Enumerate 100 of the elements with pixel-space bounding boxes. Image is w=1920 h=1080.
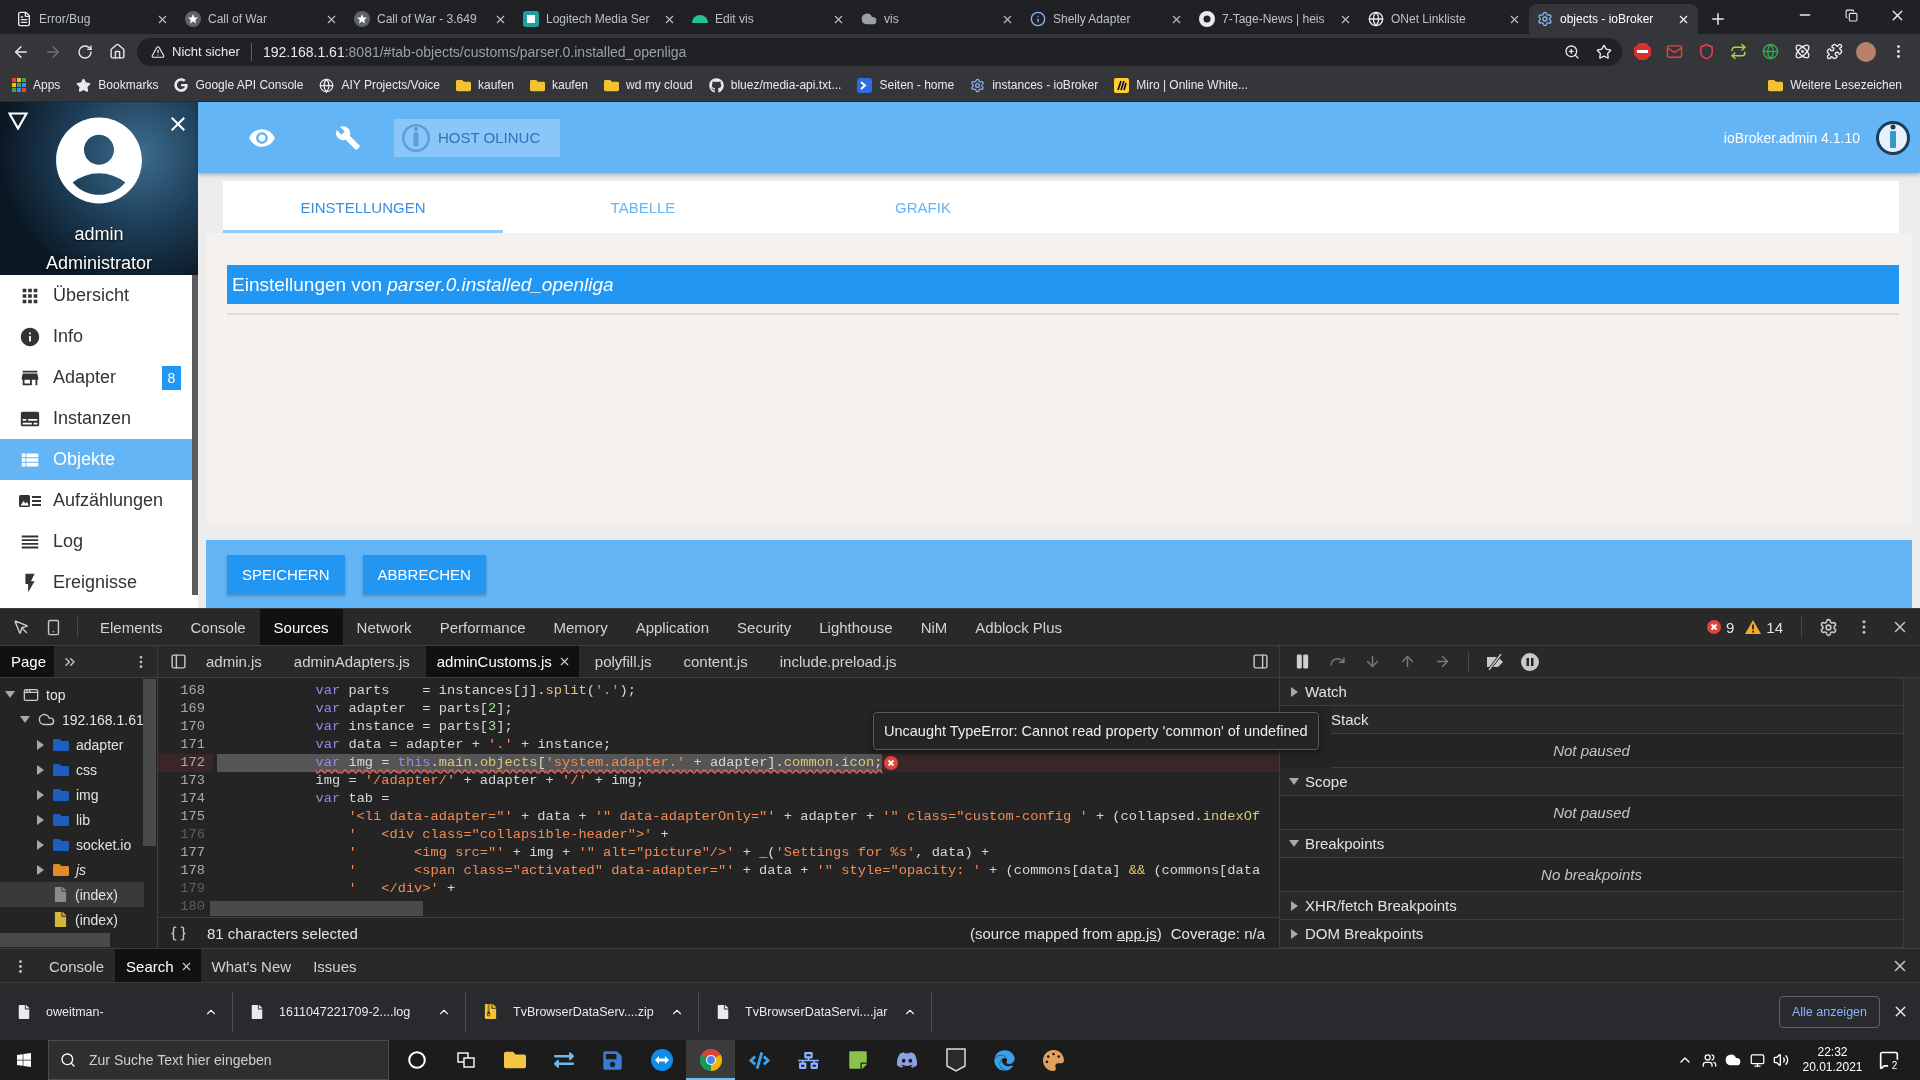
arrows-icon[interactable] [1729,43,1747,60]
network-icon[interactable] [1749,1052,1765,1068]
tree-item[interactable]: css [0,757,144,782]
zoom-icon[interactable] [1564,43,1580,60]
cursor-icon[interactable] [12,618,30,636]
section-header[interactable]: Stack [1331,706,1903,734]
bookmark[interactable]: Seiten - home [849,72,963,98]
file-tab[interactable]: polyfill.js [578,646,668,677]
section-header[interactable]: DOM Breakpoints [1280,920,1903,948]
caret-right-icon[interactable] [36,814,44,825]
download-item[interactable]: TvBrowserDataServ....zip [466,991,699,1032]
atom-icon[interactable] [1793,43,1811,60]
caret-right-icon[interactable] [36,739,44,750]
section-header[interactable]: Watch [1280,678,1903,706]
file-tab[interactable]: admin.js [190,646,278,677]
bookmark[interactable]: Miro | Online White... [1106,72,1257,98]
restore-icon[interactable] [1844,8,1858,22]
shield-icon[interactable] [1697,43,1715,60]
star-icon[interactable] [1596,43,1612,60]
tree-item[interactable]: img [0,782,144,807]
globe-icon[interactable] [1761,43,1779,60]
tree-item[interactable]: (index) [0,882,144,907]
bookmark[interactable]: kaufen [522,72,597,98]
bookmark[interactable]: Weitere Lesezeichen [1760,72,1910,98]
braces-icon[interactable] [169,924,187,942]
section-header[interactable]: Breakpoints [1280,830,1903,858]
stop-sign-icon[interactable] [1633,43,1651,60]
mail-icon[interactable] [1665,43,1683,60]
source-link[interactable]: app.js [1116,924,1157,942]
section-header[interactable]: XHR/fetch Breakpoints [1280,892,1903,920]
drawer-tab[interactable]: What's New [200,949,303,983]
tree-item[interactable]: js [0,857,144,882]
browser-tab[interactable]: Logitech Media Ser [515,4,684,34]
download-item[interactable]: TvBrowserDataServi....jar [699,991,932,1032]
bookmark[interactable]: instances - ioBroker [962,72,1107,98]
address-field[interactable]: Nicht sicher 192.168.1.61:8081/#tab-objects/customs/parser.0.installed_openliga [137,37,1622,66]
browser-tab[interactable]: Call of War - 3.649 [346,4,515,34]
panel-tab[interactable]: Elements [86,609,177,645]
browser-tab[interactable]: 7-Tage-News | heis [1191,4,1360,34]
panel-tab[interactable]: Security [723,609,806,645]
step-icon[interactable] [1434,653,1451,670]
browser-tab[interactable]: Call of War [177,4,346,34]
panel-tab[interactable]: Memory [539,609,622,645]
sidebar-toggle-icon[interactable] [169,653,187,670]
download-item[interactable]: oweitman- [0,991,233,1032]
tree-item[interactable]: lib [0,807,144,832]
caret-down-icon[interactable] [20,716,30,723]
sidebar-toggle-icon[interactable] [1251,653,1269,670]
scrollbar[interactable] [0,933,110,947]
caret-right-icon[interactable] [36,764,44,775]
puzzle-icon[interactable] [1825,43,1843,60]
browser-tab[interactable]: ONet Linkliste [1360,4,1529,34]
bookmark[interactable]: Google API Console [166,72,312,98]
pause-circle-icon[interactable] [1520,652,1539,671]
scrollbar[interactable] [143,679,156,846]
panel-tab[interactable]: Application [621,609,724,645]
settings-icon[interactable] [1818,617,1838,637]
browser-tab[interactable]: Edit vis [684,4,853,34]
caret-right-icon[interactable] [36,864,44,875]
browser-tab[interactable]: Shelly Adapter [1022,4,1191,34]
file-tab[interactable]: include.preload.js [763,646,913,677]
panel-tab[interactable]: Lighthouse [805,609,907,645]
home-icon[interactable] [108,43,126,60]
file-tab[interactable]: adminCustoms.js [425,646,579,677]
tree-item[interactable]: socket.io [0,832,144,857]
bookmark[interactable]: bluez/media-api.txt... [700,72,850,98]
panel-tab[interactable]: Sources [259,609,343,645]
show-all-button[interactable]: Alle anzeigen [1778,995,1880,1028]
drawer-tab[interactable]: Search [115,949,201,983]
caret-right-icon[interactable] [36,839,44,850]
panel-tab[interactable]: Performance [425,609,540,645]
avatar[interactable] [1856,41,1876,62]
panel-tab[interactable]: Network [342,609,426,645]
tree-item[interactable]: 192.168.1.61 [0,707,144,732]
tree-item[interactable]: (index) [0,907,144,932]
new-tab-icon[interactable] [1709,10,1727,28]
drawer-tab[interactable]: Issues [302,949,368,983]
tree-item[interactable]: top [0,682,144,707]
caret-right-icon[interactable] [1290,900,1298,911]
pause-icon[interactable] [1294,653,1311,670]
file-tab[interactable]: adminAdapters.js [277,646,426,677]
people-icon[interactable] [1701,1052,1717,1068]
notification-icon[interactable] [1879,1050,1899,1070]
browser-tab[interactable]: vis [853,4,1022,34]
step-out-icon[interactable] [1399,653,1416,670]
browser-tab[interactable]: objects - ioBroker [1529,4,1698,34]
scrollbar[interactable] [1903,678,1920,948]
bookmark[interactable]: wd my cloud [596,72,701,98]
security-label[interactable]: Nicht sicher [172,44,240,59]
browser-tab[interactable]: Error/Bug [8,4,177,34]
scrollbar[interactable] [210,901,423,916]
volume-icon[interactable] [1773,1052,1789,1068]
caret-down-icon[interactable] [1289,778,1299,785]
circle-icon[interactable] [407,1051,426,1069]
cloud-icon[interactable] [1725,1052,1741,1068]
panel-tab[interactable]: Adblock Plus [961,609,1077,645]
panel-tab[interactable]: Console [176,609,260,645]
step-into-icon[interactable] [1364,653,1381,670]
caret-down-icon[interactable] [5,691,15,698]
breakpoints-off-icon[interactable] [1484,653,1505,670]
